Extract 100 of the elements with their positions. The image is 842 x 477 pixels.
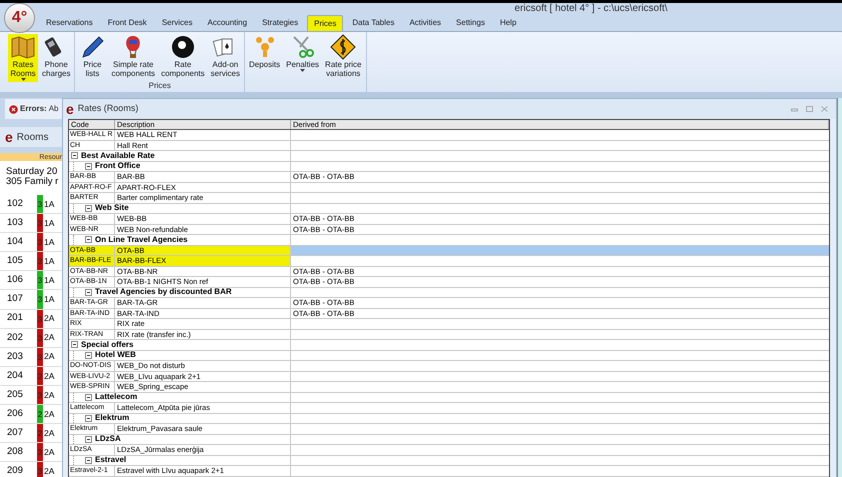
status-bar: 3: [37, 271, 43, 290]
app-icon: e: [5, 130, 13, 144]
room-number: 106: [6, 273, 24, 288]
ribbon-button[interactable]: Simple rate components: [109, 34, 158, 79]
room-number: 102: [6, 196, 24, 211]
group-label: Prices: [148, 81, 172, 92]
menu-tab[interactable]: Accounting: [202, 15, 254, 31]
room-code: 2A: [43, 464, 54, 477]
collapse-icon[interactable]: [85, 456, 92, 464]
menu-tab[interactable]: Settings: [450, 15, 491, 31]
group-label: Lattelecom: [95, 392, 138, 402]
room-code: 2A: [43, 446, 54, 459]
menu-tab[interactable]: Data Tables: [346, 15, 400, 31]
group-label: Best Available Rate: [81, 150, 155, 161]
group-label: Estravel: [95, 455, 126, 466]
status-bar: 3: [37, 366, 43, 385]
status-bar: 3: [37, 233, 43, 252]
status-bar: 3: [37, 386, 43, 404]
room-number: 204: [6, 368, 24, 383]
room-code: 1A: [43, 198, 54, 210]
room-number: 207: [6, 426, 24, 440]
room-code: 2A: [43, 370, 54, 382]
warning-sign-icon: [330, 34, 356, 60]
panel-title: Rooms: [16, 130, 48, 144]
room-code: 2A: [43, 350, 54, 364]
room-code: 1A: [43, 216, 54, 230]
folded-map-icon: [10, 34, 36, 60]
collapse-icon[interactable]: [71, 152, 78, 160]
group-label: LDzSA: [95, 434, 121, 444]
group-label: Elektrum: [95, 413, 130, 424]
ribbon-button[interactable]: Rates Rooms: [8, 34, 38, 82]
eight-ball-icon: [170, 34, 196, 60]
room-code: 2A: [43, 426, 54, 440]
status-bar: 3: [37, 252, 43, 270]
menu-tab[interactable]: Services: [156, 15, 198, 31]
status-bar: 3: [37, 462, 43, 477]
ribbon-button[interactable]: Rate components: [159, 34, 207, 79]
status-bar: 3: [37, 348, 43, 366]
room-type-text: 305 Family r: [5, 177, 60, 187]
room-number: 103: [6, 216, 24, 230]
room-number: 203: [6, 350, 24, 364]
ribbon-button[interactable]: Add-on services: [208, 34, 242, 79]
room-code: 1A: [43, 254, 54, 268]
group-label: Web Site: [95, 203, 129, 214]
collapse-icon[interactable]: [85, 436, 92, 443]
ribbon-button[interactable]: Penalties: [284, 34, 322, 73]
menu-tab[interactable]: Prices: [307, 15, 344, 31]
room-number: 206: [6, 406, 24, 421]
ribbon-button[interactable]: Deposits: [247, 34, 282, 70]
collapse-icon[interactable]: [85, 414, 92, 422]
room-code: 2A: [43, 388, 54, 402]
room-number: 104: [6, 235, 24, 250]
status-bar: 3: [37, 290, 43, 309]
room-code: 1A: [43, 274, 54, 287]
status-bar: 3: [37, 195, 43, 214]
room-number: 209: [6, 464, 24, 477]
status-bar: 3: [37, 310, 43, 328]
status-bar: 2: [37, 424, 43, 442]
collapse-icon[interactable]: [71, 341, 78, 348]
window-title: ericsoft [ hotel 4° ] - c:\ucs\ericsoft\: [514, 4, 668, 14]
room-number: 105: [6, 254, 24, 268]
status-bar: 2: [37, 405, 43, 424]
group-label: Special offers: [81, 340, 134, 350]
ribbon-button[interactable]: Price lists: [77, 34, 108, 79]
group-label: On Line Travel Agencies: [95, 234, 188, 245]
menu-tab[interactable]: Reservations: [40, 15, 99, 31]
menu-tab[interactable]: Activities: [403, 15, 448, 31]
app-icon: e: [66, 102, 74, 116]
status-bar: 3: [37, 443, 43, 462]
window-title: Rates (Rooms): [78, 102, 138, 116]
room-code: 2A: [43, 408, 54, 420]
group-label: Travel Agencies by discounted BAR: [95, 287, 232, 298]
room-code: 2A: [43, 312, 54, 325]
collapse-icon[interactable]: [85, 352, 92, 359]
room-number: 201: [6, 311, 24, 326]
group-label: Front Office: [95, 161, 140, 172]
menu-tab[interactable]: Strategies: [256, 15, 304, 31]
status-bar: 3: [37, 214, 43, 232]
status-bar: 3: [37, 328, 43, 347]
collapse-icon[interactable]: [85, 162, 92, 170]
group-label: Hotel WEB: [95, 350, 136, 360]
room-number: 205: [6, 388, 24, 402]
menu-tab[interactable]: Help: [494, 15, 522, 31]
room-number: 107: [6, 292, 24, 306]
ribbon-button[interactable]: Phone charges: [40, 34, 72, 79]
room-code: 2A: [43, 331, 54, 344]
collapse-icon[interactable]: [85, 288, 92, 296]
menu-tab[interactable]: Front Desk: [102, 15, 153, 31]
collapse-icon[interactable]: [85, 394, 92, 401]
errors-text: Ab: [48, 103, 58, 115]
error-icon: [9, 104, 18, 114]
ribbon-button[interactable]: Rate price variations: [323, 34, 364, 79]
room-number: 208: [6, 445, 24, 460]
date-text: Saturday 20: [5, 167, 58, 177]
room-code: 1A: [43, 293, 54, 306]
collapse-icon[interactable]: [85, 204, 92, 212]
room-code: 1A: [43, 236, 54, 249]
room-number: 202: [6, 330, 24, 345]
collapse-icon[interactable]: [85, 236, 92, 244]
errors-label: Errors:: [20, 103, 47, 115]
